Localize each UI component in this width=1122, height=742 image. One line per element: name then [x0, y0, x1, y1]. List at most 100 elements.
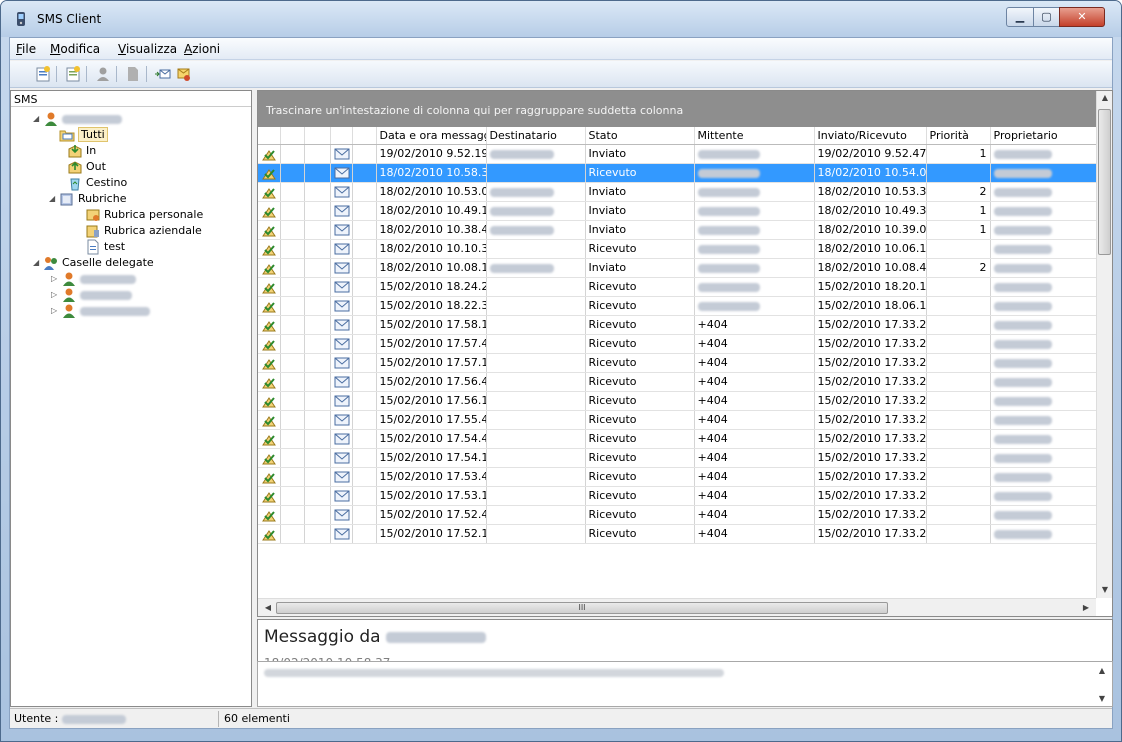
table-row[interactable]: 18/02/2010 10.49.15 Inviato 18/02/2010 10.… — [258, 201, 1096, 221]
message-status-icon — [261, 280, 277, 294]
tree-node-delegate[interactable] — [61, 271, 136, 287]
table-row[interactable]: 18/02/2010 10.58.37 Ricevuto 18/02/2010 10… — [258, 163, 1096, 183]
collapse-arrow-icon[interactable]: ▷ — [51, 287, 57, 303]
message-from-label: Messaggio da — [264, 627, 381, 647]
body-scroll-down-icon[interactable]: ▼ — [1094, 694, 1110, 703]
minimize-button[interactable]: ▁ — [1006, 7, 1034, 27]
table-row[interactable]: 15/02/2010 17.53.44 Ricevuto +404 15/02/201… — [258, 467, 1096, 487]
group-by-bar[interactable]: Trascinare un'intestazione di colonna qu… — [258, 91, 1096, 127]
tree-node-test[interactable]: test — [85, 239, 125, 255]
collapse-arrow-icon[interactable]: ▷ — [51, 271, 57, 287]
col-header-destinatario[interactable]: Destinatario — [486, 127, 586, 145]
tree-node-in[interactable]: In — [67, 143, 96, 159]
reply-icon[interactable] — [174, 65, 192, 83]
horizontal-scrollbar[interactable]: ◀ III ▶ — [258, 598, 1096, 616]
cell-data-ora: 15/02/2010 18.24.24 — [376, 277, 487, 297]
table-row[interactable]: 15/02/2010 17.54.14 Ricevuto +404 15/02/201… — [258, 448, 1096, 468]
table-row[interactable]: 15/02/2010 17.54.44 Ricevuto +404 15/02/201… — [258, 429, 1096, 449]
table-row[interactable]: 15/02/2010 17.52.15 Ricevuto +404 15/02/201… — [258, 524, 1096, 544]
table-row[interactable]: 15/02/2010 17.55.43 Ricevuto +404 15/02/201… — [258, 410, 1096, 430]
menu-modifica-key: M — [50, 42, 61, 56]
table-row[interactable]: 15/02/2010 17.58.12 Ricevuto +404 15/02/201… — [258, 315, 1096, 335]
table-row[interactable]: 18/02/2010 10.10.39 Ricevuto 18/02/2010 10… — [258, 239, 1096, 259]
collapse-arrow-icon[interactable]: ▷ — [51, 303, 57, 319]
table-row[interactable]: 18/02/2010 10.53.01 Inviato 18/02/2010 10.… — [258, 182, 1096, 202]
tree-node-tutti[interactable]: Tutti — [59, 127, 108, 143]
cell-destinatario — [486, 296, 586, 316]
table-row[interactable]: 15/02/2010 17.56.43 Ricevuto +404 15/02/201… — [258, 372, 1096, 392]
col-header-flag[interactable] — [280, 127, 305, 145]
row-type-cell — [330, 201, 353, 221]
scroll-right-icon[interactable]: ▶ — [1078, 603, 1094, 612]
table-row[interactable]: 15/02/2010 17.57.13 Ricevuto +404 15/02/201… — [258, 353, 1096, 373]
table-row[interactable]: 15/02/2010 18.24.24 Ricevuto 15/02/2010 18… — [258, 277, 1096, 297]
table-row[interactable]: 19/02/2010 9.52.19 Inviato 19/02/2010 9.52… — [258, 144, 1096, 164]
expand-arrow-icon[interactable]: ◢ — [49, 191, 55, 207]
cell-proprietario — [990, 163, 1096, 183]
cell-stato: Ricevuto — [585, 353, 695, 373]
folder-tree[interactable]: SMS ◢ Tutti In Out Cestino ◢ Rubriche Ru… — [10, 90, 252, 707]
message-status-icon — [261, 166, 277, 180]
table-row[interactable]: 15/02/2010 17.52.45 Ricevuto +404 15/02/201… — [258, 505, 1096, 525]
menu-visualizza[interactable]: Visualizza — [118, 42, 177, 56]
maximize-button[interactable]: ▢ — [1033, 7, 1060, 27]
vertical-scroll-thumb[interactable] — [1098, 109, 1111, 255]
tree-node-delegate[interactable] — [61, 287, 132, 303]
table-row[interactable]: 15/02/2010 17.57.42 Ricevuto +404 15/02/201… — [258, 334, 1096, 354]
expand-arrow-icon[interactable]: ◢ — [33, 255, 39, 271]
menu-file[interactable]: File — [16, 42, 36, 56]
title-bar[interactable]: SMS Client ▁ ▢ ✕ — [1, 1, 1121, 37]
scroll-left-icon[interactable]: ◀ — [260, 603, 276, 612]
document-icon[interactable] — [124, 65, 142, 83]
scroll-down-icon[interactable]: ▼ — [1097, 585, 1113, 594]
close-button[interactable]: ✕ — [1059, 7, 1105, 27]
message-status-icon — [261, 147, 277, 161]
table-row[interactable]: 15/02/2010 17.56.13 Ricevuto +404 15/02/201… — [258, 391, 1096, 411]
message-body-text[interactable]: ▲ ▼ — [257, 661, 1113, 707]
tree-node-delegate[interactable] — [61, 303, 150, 319]
col-header-attachment[interactable] — [304, 127, 331, 145]
cell-data-ora: 15/02/2010 17.54.44 — [376, 429, 487, 449]
col-header-status-icon[interactable] — [258, 127, 281, 145]
row-extra-cell — [352, 486, 377, 506]
col-header-proprietario[interactable]: Proprietario — [990, 127, 1096, 145]
cell-stato: Ricevuto — [585, 372, 695, 392]
menu-azioni[interactable]: Azioni — [184, 42, 220, 56]
tree-node-rubriche[interactable]: Rubriche — [59, 191, 126, 207]
message-grid[interactable]: Data e ora messaggio Destinatario Stato … — [258, 127, 1096, 598]
cell-priorita — [926, 334, 991, 354]
cell-mittente — [694, 201, 815, 221]
app-window: SMS Client ▁ ▢ ✕ File Modifica Visualizz… — [0, 0, 1122, 742]
expand-arrow-icon[interactable]: ◢ — [33, 111, 39, 127]
new-message-icon[interactable] — [34, 65, 52, 83]
col-header-priorita[interactable]: Priorità — [926, 127, 991, 145]
tree-node-rubrica-personale[interactable]: Rubrica personale — [85, 207, 203, 223]
scroll-up-icon[interactable]: ▲ — [1097, 93, 1113, 102]
col-header-data-ora[interactable]: Data e ora messaggio — [376, 127, 487, 145]
col-header-extra[interactable] — [352, 127, 377, 145]
tree-node-cestino[interactable]: Cestino — [67, 175, 127, 191]
tree-node-caselle-delegate[interactable]: Caselle delegate — [43, 255, 154, 271]
col-header-mittente[interactable]: Mittente — [694, 127, 815, 145]
table-row[interactable]: 18/02/2010 10.38.47 Inviato 18/02/2010 10.… — [258, 220, 1096, 240]
send-receive-icon[interactable] — [154, 65, 172, 83]
horizontal-scroll-thumb[interactable]: III — [276, 602, 888, 614]
body-scroll-up-icon[interactable]: ▲ — [1094, 666, 1110, 675]
new-list-icon[interactable] — [64, 65, 82, 83]
menu-modifica[interactable]: Modifica — [50, 42, 100, 56]
contact-icon[interactable] — [94, 65, 112, 83]
vertical-scrollbar[interactable]: ▲ ▼ — [1096, 91, 1112, 598]
tree-node-rubrica-aziendale[interactable]: Rubrica aziendale — [85, 223, 202, 239]
col-header-type-icon[interactable] — [330, 127, 353, 145]
table-row[interactable]: 15/02/2010 17.53.15 Ricevuto +404 15/02/201… — [258, 486, 1096, 506]
tree-node-user[interactable] — [43, 111, 122, 127]
row-extra-cell — [352, 448, 377, 468]
envelope-icon — [334, 261, 350, 275]
tree-node-out[interactable]: Out — [67, 159, 106, 175]
sender-text: +404 — [697, 337, 728, 350]
cell-inviato-ricevuto: 15/02/2010 17.33.29 — [814, 410, 927, 430]
table-row[interactable]: 15/02/2010 18.22.39 Ricevuto 15/02/2010 18… — [258, 296, 1096, 316]
col-header-inviato-ricevuto[interactable]: Inviato/Ricevuto — [814, 127, 927, 145]
table-row[interactable]: 18/02/2010 10.08.19 Inviato 18/02/2010 10.… — [258, 258, 1096, 278]
col-header-stato[interactable]: Stato — [585, 127, 695, 145]
